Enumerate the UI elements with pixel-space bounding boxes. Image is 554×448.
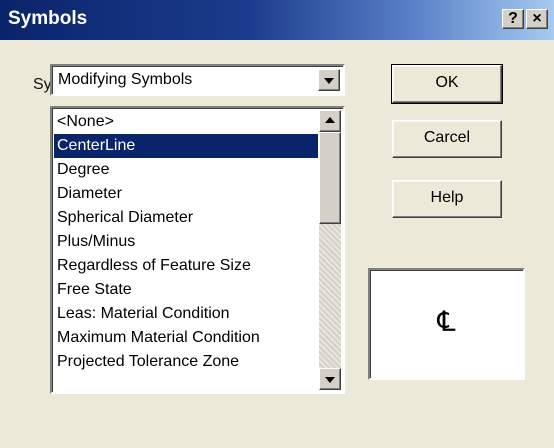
list-item[interactable]: Projected Tolerance Zone bbox=[54, 350, 318, 374]
symbol-library-value: Modifying Symbols bbox=[58, 71, 193, 88]
arrow-up-icon bbox=[325, 117, 335, 123]
vertical-scrollbar[interactable] bbox=[319, 110, 341, 390]
close-button[interactable]: × bbox=[526, 9, 548, 29]
list-item[interactable]: Degree bbox=[54, 158, 318, 182]
cancel-button[interactable]: Carcel bbox=[392, 120, 502, 158]
list-item[interactable]: Spherical Diameter bbox=[54, 206, 318, 230]
help-button[interactable]: Help bbox=[392, 180, 502, 218]
symbol-preview: ℄ bbox=[368, 268, 525, 380]
chevron-down-icon bbox=[324, 78, 334, 84]
symbol-library-dropdown[interactable]: Modifying Symbols bbox=[50, 64, 345, 96]
dropdown-arrow-button[interactable] bbox=[318, 69, 340, 91]
window-title: Symbols bbox=[8, 8, 88, 29]
title-bar: Symbols ? × bbox=[0, 0, 554, 40]
list-item[interactable]: Maximum Material Condition bbox=[54, 326, 318, 350]
list-item[interactable]: CenterLine bbox=[54, 134, 318, 158]
symbol-list: <None> CenterLine Degree Diameter Spherical … bbox=[54, 110, 318, 374]
list-item[interactable]: Leas: Material Condition bbox=[54, 302, 318, 326]
context-help-button[interactable]: ? bbox=[502, 9, 524, 29]
list-item[interactable]: Regardless of Feature Size bbox=[54, 254, 318, 278]
dialog-body: Symbol library: Modifying Symbols <None>… bbox=[0, 40, 554, 448]
list-item[interactable]: Free State bbox=[54, 278, 318, 302]
ok-button[interactable]: OK bbox=[391, 64, 503, 104]
centerline-symbol-icon: ℄ bbox=[437, 305, 456, 338]
list-item[interactable]: Diameter bbox=[54, 182, 318, 206]
list-item[interactable]: Plus/Minus bbox=[54, 230, 318, 254]
scroll-up-button[interactable] bbox=[319, 110, 341, 132]
scroll-down-button[interactable] bbox=[319, 368, 341, 390]
symbol-listbox[interactable]: <None> CenterLine Degree Diameter Spherical … bbox=[50, 106, 345, 394]
arrow-down-icon bbox=[325, 377, 335, 383]
scroll-thumb[interactable] bbox=[319, 132, 341, 224]
list-item[interactable]: <None> bbox=[54, 110, 318, 134]
